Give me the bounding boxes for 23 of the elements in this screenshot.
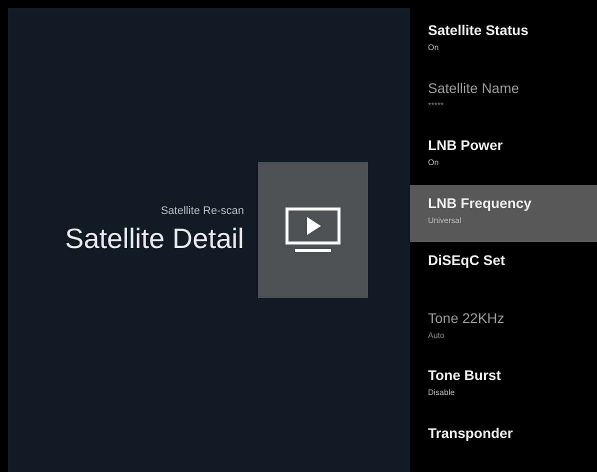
tv-play-icon [285,207,341,253]
menu-item-label: LNB Power [428,137,503,153]
menu-item-label: Transponder [428,424,513,440]
breadcrumb-text: Satellite Re-scan [160,205,244,217]
page-title: Satellite Detail [65,223,244,255]
menu-item-label: Satellite Name [428,80,520,96]
menu-item-label: Tone 22KHz [428,310,504,326]
menu-item-label: Tone Burst [428,367,501,383]
menu-item-label: Satellite Status [428,22,528,38]
menu-item[interactable]: DiSEqC Set [410,242,597,300]
menu-item-label: DiSEqC Set [428,252,506,268]
menu-item[interactable]: Satellite Status On [410,12,597,70]
menu-item[interactable]: Tone Burst Disable [410,357,597,414]
menu-item-value: On [428,43,439,52]
menu-item-value: Disable [428,388,455,397]
menu-item[interactable]: LNB Frequency Universal [410,184,597,242]
menu-item-value: On [428,158,439,167]
menu-item[interactable]: LNB Power On [410,127,597,184]
menu-item-label: LNB Frequency [428,194,532,210]
menu-item[interactable]: Transponder [410,414,597,472]
menu-item-value: ***** [428,100,444,110]
menu-item-value: Universal [428,216,462,224]
menu-item-value: Auto [428,330,444,340]
